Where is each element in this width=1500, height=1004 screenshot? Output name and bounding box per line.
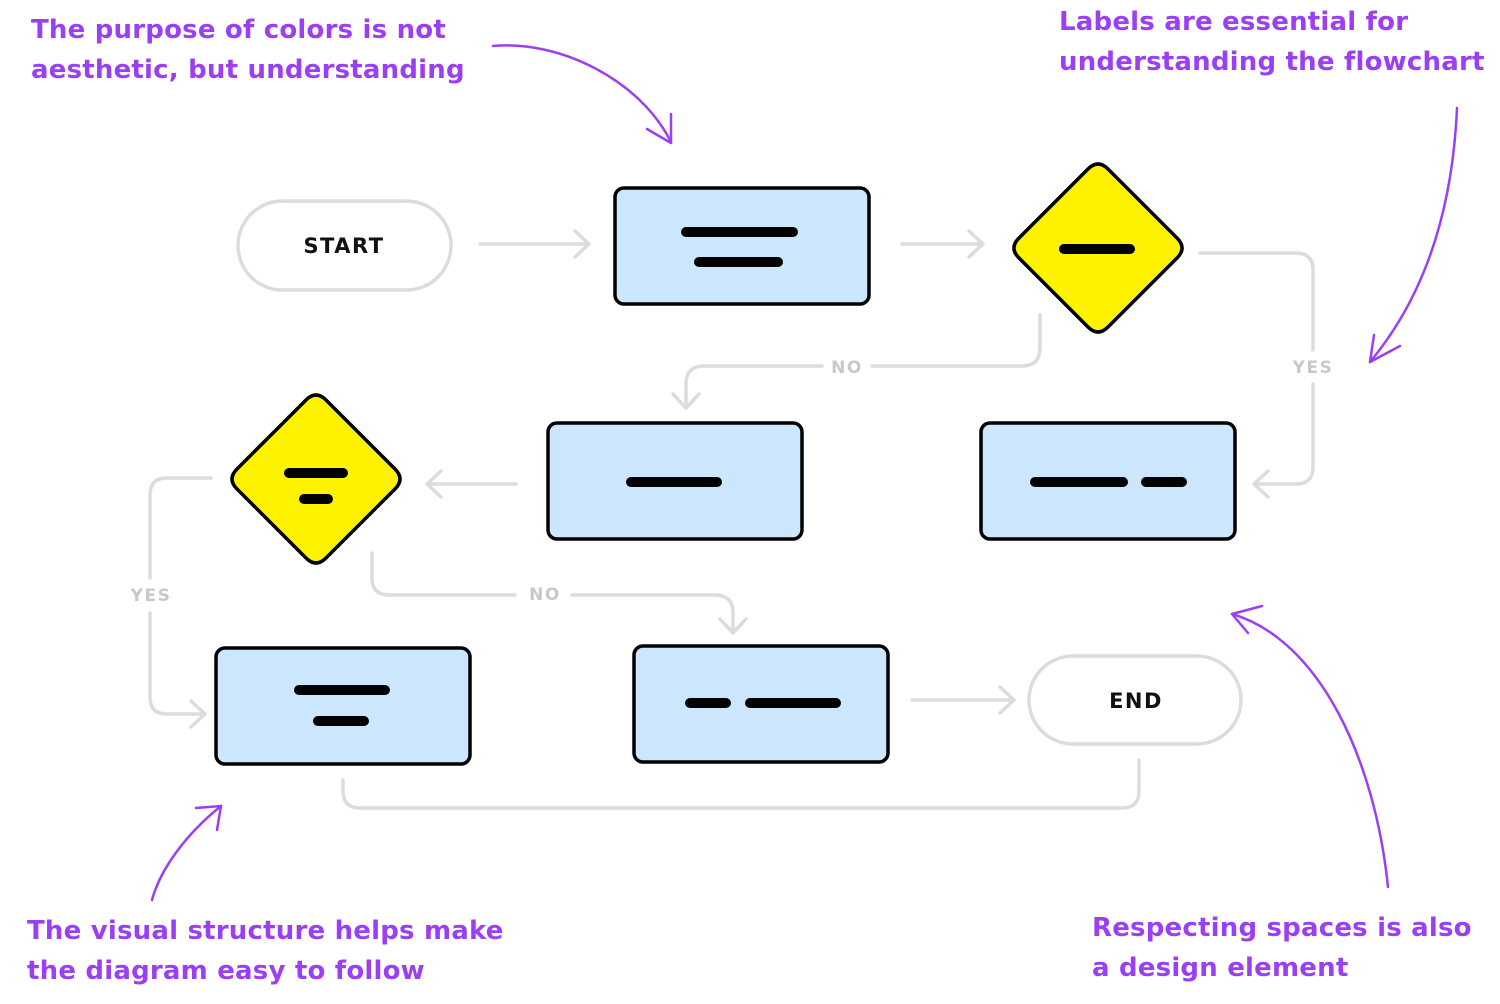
process-node-4[interactable]	[214, 646, 472, 766]
process-node-3[interactable]	[979, 421, 1237, 541]
annotation-line: Labels are essential for	[1059, 7, 1409, 37]
annotation-line: aesthetic, but understanding	[31, 55, 465, 85]
annotation-line: the diagram easy to follow	[27, 956, 425, 986]
decision-node-2[interactable]	[230, 393, 402, 565]
process-shape	[214, 646, 472, 766]
end-node[interactable]: END	[1027, 654, 1243, 746]
flowchart-canvas: NO YES YES NO START END The purpose of c…	[0, 0, 1500, 1000]
connector-start-to-process1	[478, 229, 591, 259]
flowchart-svg: NO YES YES NO START END	[130, 44, 1459, 902]
edge-label-decision2-no: NO	[529, 585, 561, 605]
decision-node-1[interactable]	[1012, 162, 1184, 334]
annotation-colors: The purpose of colors is not aesthetic, …	[31, 10, 465, 90]
process-node-1[interactable]	[613, 186, 871, 306]
annotation-line: a design element	[1092, 953, 1349, 983]
annotation-line: The purpose of colors is not	[31, 15, 446, 45]
annotation-arrow-labels	[1368, 106, 1459, 364]
start-label: START	[303, 234, 384, 258]
annotation-line: understanding the flowchart	[1059, 47, 1485, 77]
start-node[interactable]: START	[236, 199, 453, 292]
process-node-2[interactable]	[546, 421, 804, 541]
edge-label-decision1-yes: YES	[1292, 358, 1334, 378]
annotation-labels: Labels are essential for understanding t…	[1059, 2, 1485, 82]
connector-process4-to-end	[341, 758, 1141, 810]
decision-shape	[230, 393, 402, 565]
process-node-5[interactable]	[632, 644, 890, 764]
connector-process5-to-end	[910, 685, 1016, 715]
annotation-arrow-structure	[150, 804, 223, 902]
edge-label-decision2-yes: YES	[130, 586, 172, 606]
annotation-spaces: Respecting spaces is also a design eleme…	[1092, 908, 1472, 988]
annotation-arrow-spaces	[1230, 604, 1390, 889]
annotation-line: The visual structure helps make	[27, 916, 504, 946]
process-shape	[613, 186, 871, 306]
annotation-line: Respecting spaces is also	[1092, 913, 1472, 943]
annotation-structure: The visual structure helps make the diag…	[27, 911, 504, 991]
connector-process1-to-decision1	[900, 229, 985, 259]
end-label: END	[1109, 689, 1163, 713]
annotation-arrow-colors	[491, 44, 673, 145]
connector-process2-to-decision2	[425, 469, 518, 499]
edge-label-decision1-no: NO	[831, 358, 863, 378]
